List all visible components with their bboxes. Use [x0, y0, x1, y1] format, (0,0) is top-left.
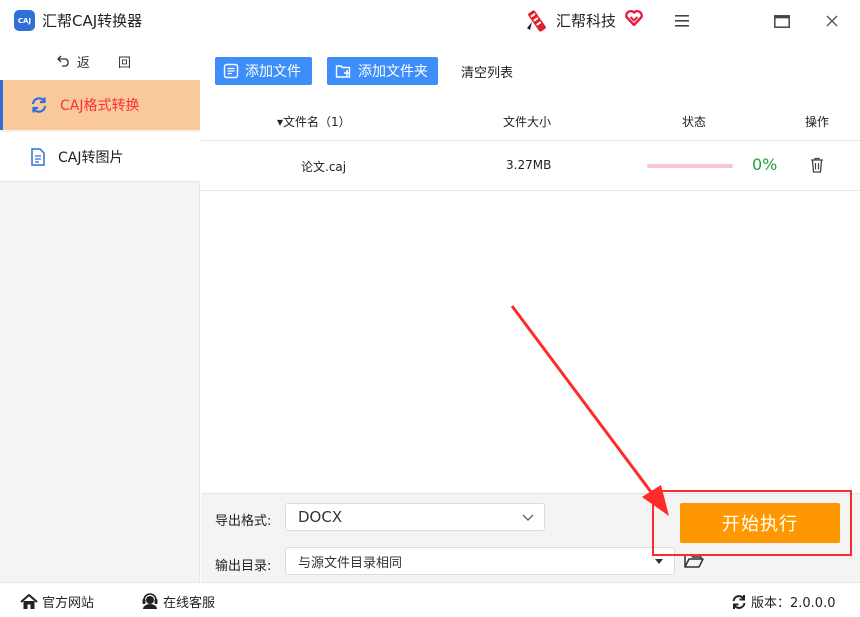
- toolbar: 添加文件 添加文件夹 清空列表: [201, 42, 860, 100]
- document-icon: [31, 147, 45, 166]
- close-button[interactable]: [819, 8, 845, 34]
- back-button[interactable]: 返 回: [0, 42, 200, 80]
- refresh-icon: [31, 97, 47, 113]
- app-logo-text: CAJ: [17, 16, 32, 25]
- progress-bar: [647, 164, 733, 168]
- sidebar-item-label: CAJ格式转换: [60, 98, 140, 114]
- folder-add-icon: [335, 65, 351, 78]
- progress-percent: 0%: [752, 155, 778, 174]
- maximize-button[interactable]: [769, 8, 795, 34]
- file-size: 3.27MB: [506, 158, 552, 172]
- menu-button[interactable]: [669, 8, 695, 34]
- sync-icon: [732, 594, 746, 609]
- maximize-icon: [774, 14, 790, 28]
- format-select[interactable]: DOCX: [285, 503, 545, 531]
- add-file-label: 添加文件: [245, 64, 301, 80]
- status-bar: 官方网站 在线客服 版本：2.0.0.0: [0, 582, 860, 617]
- close-icon: [826, 15, 838, 27]
- sidebar-item-caj-to-image[interactable]: CAJ转图片: [0, 132, 200, 182]
- home-icon: [20, 593, 38, 609]
- column-header-name[interactable]: ▾文件名（1）: [277, 113, 351, 130]
- sidebar-item-label: CAJ转图片: [58, 149, 124, 166]
- add-folder-button[interactable]: 添加文件夹: [327, 57, 438, 85]
- caret-down-icon: [655, 559, 663, 564]
- file-table-header: ▾文件名（1） 文件大小 状态 操作: [201, 100, 860, 141]
- official-website-link[interactable]: 官方网站: [20, 592, 94, 611]
- headset-icon: [142, 593, 158, 609]
- file-list-area: [201, 191, 860, 493]
- service-label: 在线客服: [163, 596, 216, 611]
- column-header-action: 操作: [805, 115, 830, 129]
- brand-logo-icon: [527, 10, 546, 32]
- output-dir-select[interactable]: 与源文件目录相同: [285, 547, 675, 575]
- column-header-status: 状态: [682, 115, 707, 129]
- title-bar: CAJ 汇帮CAJ转换器 汇帮科技: [0, 0, 860, 42]
- column-header-size: 文件大小: [503, 115, 552, 129]
- online-service-link[interactable]: 在线客服: [141, 592, 215, 611]
- sidebar-item-caj-convert[interactable]: CAJ格式转换: [0, 80, 200, 130]
- clear-list-button[interactable]: 清空列表: [461, 62, 513, 81]
- hamburger-icon: [675, 15, 689, 27]
- file-add-icon: [223, 63, 239, 79]
- trash-icon[interactable]: [810, 157, 824, 173]
- add-file-button[interactable]: 添加文件: [215, 57, 312, 85]
- version-info: 版本：2.0.0.0: [731, 592, 835, 611]
- heart-icon: [625, 9, 643, 27]
- output-dir-value: 与源文件目录相同: [298, 555, 403, 571]
- app-logo-icon: CAJ: [14, 10, 35, 31]
- back-arrow-icon: [57, 55, 69, 67]
- sidebar: 返 回 CAJ格式转换 CAJ转图片: [0, 42, 200, 582]
- chevron-down-icon: [522, 514, 534, 521]
- annotation-highlight-box: [652, 490, 852, 556]
- format-label: 导出格式:: [215, 514, 272, 529]
- app-title: 汇帮CAJ转换器: [42, 12, 143, 30]
- back-label: 返 回: [76, 55, 144, 71]
- table-row[interactable]: 论文.caj 3.27MB 0%: [201, 141, 860, 191]
- output-dir-label: 输出目录:: [215, 559, 272, 574]
- add-folder-label: 添加文件夹: [358, 64, 428, 80]
- website-label: 官方网站: [42, 596, 95, 611]
- version-label: 版本：2.0.0.0: [751, 596, 836, 611]
- brand-name: 汇帮科技: [556, 12, 617, 30]
- format-value: DOCX: [298, 508, 343, 526]
- file-name: 论文.caj: [301, 160, 347, 174]
